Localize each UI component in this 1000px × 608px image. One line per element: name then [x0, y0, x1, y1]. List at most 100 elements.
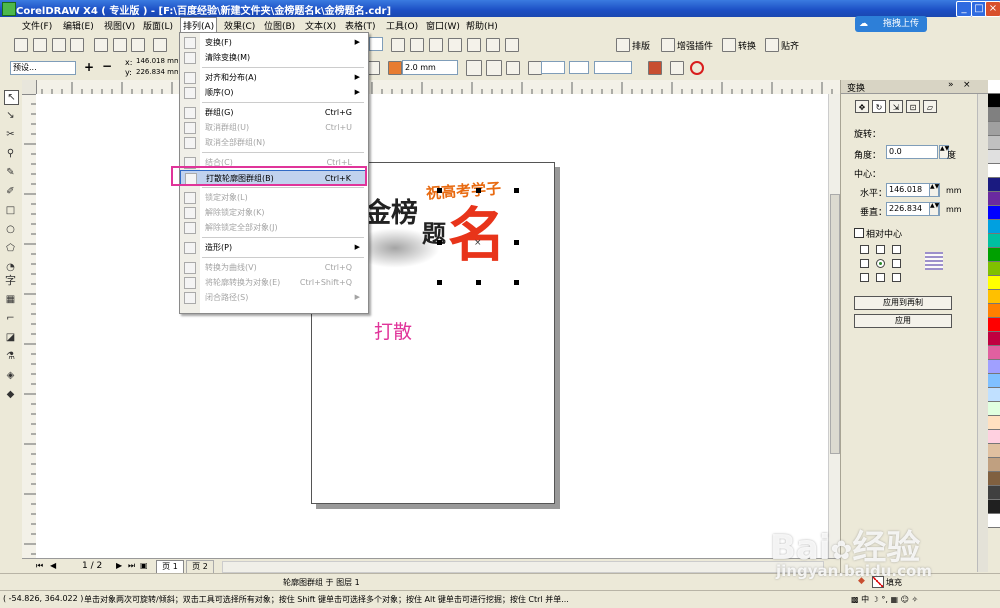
color-swatch[interactable]: [988, 388, 1000, 402]
scroll-thumb[interactable]: [830, 194, 840, 454]
color-swatch[interactable]: [988, 206, 1000, 220]
menu-item-8[interactable]: 取消全部群组(N): [180, 135, 366, 150]
zoom-page-icon[interactable]: [467, 38, 481, 52]
color-swatch[interactable]: [988, 402, 1000, 416]
remove-preset-icon[interactable]: −: [102, 59, 112, 73]
toolbar-plugin-button[interactable]: 增强插件: [677, 39, 713, 52]
minimize-button[interactable]: _: [956, 1, 972, 17]
ime-toolbar[interactable]: ▩ 中 ☽ °, ▦ ☺ ✧: [851, 594, 996, 605]
shape-tool-icon[interactable]: ↘: [4, 109, 17, 122]
outline-width-field[interactable]: 2.0 mm: [402, 60, 458, 75]
menu-help[interactable]: 帮助(H): [466, 19, 498, 32]
contour-to-center-icon[interactable]: [466, 60, 482, 76]
contour-inside-icon[interactable]: [486, 60, 502, 76]
page-tab-2[interactable]: 页 2: [186, 560, 214, 574]
paste-icon[interactable]: [131, 38, 145, 52]
anchor-l[interactable]: [860, 259, 869, 268]
color-swatch[interactable]: [988, 416, 1000, 430]
pen-color-icon[interactable]: [528, 61, 542, 75]
polygon-tool-icon[interactable]: ⬠: [4, 242, 17, 255]
color-swatch[interactable]: [988, 80, 1000, 94]
menu-item-17[interactable]: 造形(P) ▶: [180, 240, 366, 255]
color-swatch[interactable]: [988, 472, 1000, 486]
color-swatch[interactable]: [988, 346, 1000, 360]
anchor-center[interactable]: [876, 259, 885, 268]
x-position-field[interactable]: 146.018 mm: [134, 57, 178, 67]
zoom-in-icon[interactable]: [391, 38, 405, 52]
menu-item-1[interactable]: 清除变换(M): [180, 50, 366, 65]
smart-fill-icon[interactable]: ✐: [4, 185, 17, 198]
color-swatch[interactable]: [988, 290, 1000, 304]
cut-icon[interactable]: [94, 38, 108, 52]
print-icon[interactable]: [70, 38, 84, 52]
color-swatch[interactable]: [988, 486, 1000, 500]
table-tool-icon[interactable]: ▦: [4, 293, 17, 306]
docker-collapse-icon[interactable]: »: [948, 80, 954, 90]
preset-dropdown[interactable]: 预设...: [10, 61, 76, 75]
menu-item-20[interactable]: 将轮廓转换为对象(E) Ctrl+Shift+Q: [180, 275, 366, 290]
copy-contour-icon[interactable]: [648, 61, 662, 75]
color-swatch[interactable]: [988, 318, 1000, 332]
color-swatch[interactable]: [988, 430, 1000, 444]
plugin-icon[interactable]: [661, 38, 675, 52]
color-swatch[interactable]: [988, 374, 1000, 388]
color-swatch[interactable]: [988, 150, 1000, 164]
connector-tool-icon[interactable]: ◪: [4, 331, 17, 344]
end-color-dropdown[interactable]: [594, 61, 632, 74]
menu-text[interactable]: 文本(X): [305, 19, 336, 32]
toolbar-layout-button[interactable]: 排版: [632, 39, 650, 52]
add-preset-icon[interactable]: +: [84, 60, 94, 74]
anchor-tr[interactable]: [892, 245, 901, 254]
color-swatch[interactable]: [988, 500, 1000, 514]
clear-contour-icon[interactable]: [670, 61, 684, 75]
undo-icon[interactable]: [153, 38, 167, 52]
color-swatch[interactable]: [988, 164, 1000, 178]
menu-file[interactable]: 文件(F): [22, 19, 52, 32]
close-button[interactable]: ×: [985, 1, 1000, 17]
snap-icon[interactable]: [765, 38, 779, 52]
save-icon[interactable]: [52, 38, 66, 52]
no-entry-icon[interactable]: [690, 61, 704, 75]
menu-item-19[interactable]: 转换为曲线(V) Ctrl+Q: [180, 260, 366, 275]
last-page-icon[interactable]: ⏭: [128, 561, 135, 571]
menu-item-14[interactable]: 解除锁定对象(K): [180, 205, 366, 220]
zoom-height-icon[interactable]: [505, 38, 519, 52]
layout-icon[interactable]: [616, 38, 630, 52]
new-icon[interactable]: [14, 38, 28, 52]
convert-icon[interactable]: [722, 38, 736, 52]
color-swatch[interactable]: [988, 514, 1000, 528]
menu-item-7[interactable]: 取消群组(U) Ctrl+U: [180, 120, 366, 135]
zoom-tool-icon[interactable]: ⚲: [4, 147, 17, 160]
selection-handle-tr[interactable]: [514, 188, 519, 193]
open-icon[interactable]: [33, 38, 47, 52]
anchor-bl[interactable]: [860, 273, 869, 282]
menu-table[interactable]: 表格(T): [345, 19, 376, 32]
relative-center-checkbox[interactable]: [854, 228, 864, 238]
dimension-tool-icon[interactable]: ⌐: [4, 312, 17, 325]
color-swatch[interactable]: [988, 276, 1000, 290]
menu-item-15[interactable]: 解除锁定全部对象(J): [180, 220, 366, 235]
anchor-tl[interactable]: [860, 245, 869, 254]
rotate-mode-icon[interactable]: ↻: [872, 100, 886, 113]
menu-item-13[interactable]: 锁定对象(L): [180, 190, 366, 205]
apply-to-duplicate-button[interactable]: 应用到再制: [854, 296, 952, 310]
color-swatch[interactable]: [988, 444, 1000, 458]
selection-handle-br[interactable]: [514, 280, 519, 285]
first-page-icon[interactable]: ⏮: [36, 561, 43, 571]
color-swatch[interactable]: [988, 360, 1000, 374]
zoom-out-icon[interactable]: [410, 38, 424, 52]
menu-effects[interactable]: 效果(C): [224, 19, 255, 32]
text-tool-icon[interactable]: 字: [4, 274, 17, 287]
menu-tools[interactable]: 工具(O): [386, 19, 418, 32]
menu-item-21[interactable]: 闭合路径(S) ▶: [180, 290, 366, 305]
horizontal-scrollbar[interactable]: [222, 561, 824, 573]
zoom-width-icon[interactable]: [486, 38, 500, 52]
add-page-icon[interactable]: ▣: [140, 561, 148, 570]
menu-window[interactable]: 窗口(W): [426, 19, 460, 32]
menu-item-6[interactable]: 群组(G) Ctrl+G: [180, 105, 366, 120]
color-swatch[interactable]: [988, 108, 1000, 122]
menu-edit[interactable]: 编辑(E): [63, 19, 94, 32]
anchor-br[interactable]: [892, 273, 901, 282]
menu-bitmaps[interactable]: 位图(B): [264, 19, 295, 32]
anchor-b[interactable]: [876, 273, 885, 282]
